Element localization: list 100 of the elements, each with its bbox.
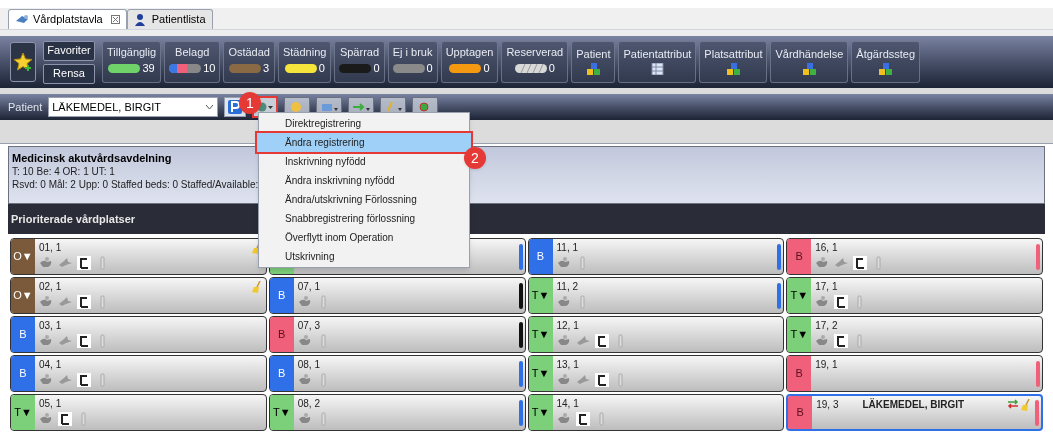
filter-count: 0 <box>426 61 433 77</box>
status-filter[interactable]: Städning 0 <box>277 41 332 83</box>
bed-card[interactable]: O▼ 01, 1 <box>10 238 267 275</box>
blocks-icon <box>879 63 893 75</box>
bed-card[interactable]: B 08, 1 <box>268 355 526 392</box>
bed-label: 14, 1 <box>556 397 579 411</box>
attribute-button[interactable]: Patient <box>571 41 616 83</box>
tab[interactable]: Patientlista <box>126 9 213 29</box>
chevron-down-icon <box>205 104 215 110</box>
status-badge: B <box>528 239 553 274</box>
bed-label: 11, 1 <box>556 241 578 255</box>
bed-card[interactable]: T▼ 17, 1 <box>786 277 1043 314</box>
arrow-right-icon <box>352 101 371 113</box>
status-badge: T▼ <box>528 317 553 352</box>
filter-label: Reserverad <box>506 47 564 59</box>
status-badge: B <box>787 239 812 274</box>
filter-label: Tillgänglig <box>107 47 157 59</box>
filter-label: Spärrad <box>339 47 380 59</box>
bed-label: 12, 1 <box>556 319 579 333</box>
bed-card[interactable]: T▼ 05, 1 <box>10 394 267 431</box>
bed-card[interactable]: T▼ 08, 2 <box>268 394 526 431</box>
status-badge: B <box>11 317 35 352</box>
bed-card[interactable]: B 16, 1 <box>786 238 1043 275</box>
blocks-icon <box>802 63 816 75</box>
status-badge: O▼ <box>11 239 35 274</box>
menu-item[interactable]: Inskrivning nyfödd <box>259 152 461 171</box>
blocks-icon <box>586 63 600 75</box>
patient-name: LÄKEMEDEL, BIRGIT <box>862 397 965 412</box>
bed-label: 19, 1 <box>815 358 838 372</box>
menu-item[interactable]: Snabbregistrering förlossning <box>259 209 461 228</box>
filter-count: 0 <box>373 61 380 77</box>
menu-item[interactable]: Direktregistrering <box>259 114 461 133</box>
status-badge: B <box>269 317 294 352</box>
bed-card[interactable]: T▼ 17, 2 <box>786 316 1043 353</box>
filter-label: Städning <box>282 47 327 59</box>
attribute-button[interactable]: Patientattribut <box>618 41 697 83</box>
status-filter[interactable]: Ej i bruk 0 <box>387 41 438 83</box>
bed-card[interactable]: T▼ 13, 1 <box>527 355 785 392</box>
status-filter[interactable]: Upptagen 0 <box>440 41 499 83</box>
filter-count: 10 <box>203 61 216 77</box>
menu-item[interactable]: Ändra inskrivning nyfödd <box>259 171 461 190</box>
section-title: Prioriterade vårdplatser <box>11 211 136 227</box>
bed-label: 01, 1 <box>39 241 62 255</box>
attribute-button[interactable]: Åtgärdssteg <box>851 41 921 83</box>
department-stats: Rsvd: 0 Mål: 2 Upp: 0 Staffed beds: 0 Staffed/Available: <box>12 178 259 191</box>
status-badge: B <box>787 356 812 391</box>
filter-count: 0 <box>548 61 555 77</box>
bed-label: 05, 1 <box>39 397 62 411</box>
bed-label: 07, 1 <box>297 280 320 294</box>
menu-item[interactable]: Ändra/utskrivning Förlossning <box>259 190 461 209</box>
attribute-button[interactable]: Platsattribut <box>699 41 768 83</box>
board-icon <box>15 13 29 26</box>
bed-label: 02, 1 <box>39 280 62 294</box>
bed-card[interactable]: T▼ 11, 2 <box>527 277 785 314</box>
field-label: Patient <box>8 99 43 115</box>
person-icon <box>133 13 148 26</box>
filter-count: 3 <box>263 61 270 77</box>
department-title: Medicinsk akutvårdsavdelning <box>12 151 172 165</box>
patient-dropdown[interactable]: LÄKEMEDEL, BIRGIT <box>48 97 219 117</box>
bed-card[interactable]: T▼ 12, 1 <box>527 316 785 353</box>
bed-card[interactable]: B 11, 1 <box>527 238 785 275</box>
bed-label: 11, 2 <box>556 280 578 294</box>
favorite-button[interactable]: Favoriter <box>43 40 95 61</box>
status-badge: B <box>269 356 294 391</box>
bed-label: 03, 1 <box>39 319 62 333</box>
filter-label: Ej i bruk <box>392 47 433 59</box>
status-filter[interactable]: Spärrad 0 <box>334 41 385 83</box>
status-badge: T▼ <box>528 278 553 313</box>
parking-sign-icon <box>228 100 243 114</box>
favorite-button[interactable]: Rensa <box>43 63 95 84</box>
filter-label: Ostädad <box>228 47 270 59</box>
star-icon <box>13 52 33 72</box>
status-filter[interactable]: Ostädad 3 <box>223 41 275 83</box>
status-badge: T▼ <box>528 356 553 391</box>
status-badge: B <box>788 396 813 429</box>
bed-card[interactable]: B 19, 1 <box>786 355 1043 392</box>
bed-label: 08, 2 <box>297 397 320 411</box>
favorite-star-button[interactable] <box>10 42 36 82</box>
status-badge: B <box>269 278 294 313</box>
bed-card[interactable]: B 04, 1 <box>10 355 267 392</box>
bed-card[interactable]: B 07, 1 <box>268 277 526 314</box>
bed-label: 17, 1 <box>815 280 838 294</box>
bed-card[interactable]: T▼ 14, 1 <box>527 394 785 431</box>
bed-card[interactable]: B 19, 3 LÄKEMEDEL, BIRGIT <box>786 394 1043 431</box>
status-badge: T▼ <box>528 395 553 430</box>
menu-item[interactable]: Ändra registrering <box>257 133 471 152</box>
status-filter[interactable]: Tillgänglig 39 <box>102 41 162 83</box>
bed-label: 07, 3 <box>297 319 320 333</box>
bed-card[interactable]: O▼ 02, 1 <box>10 277 267 314</box>
tab[interactable]: Vårdplatstavla <box>8 9 127 29</box>
close-icon[interactable] <box>110 15 120 24</box>
bed-card[interactable]: B 03, 1 <box>10 316 267 353</box>
department-stats: T: 10 Be: 4 OR: 1 UT: 1 <box>12 165 115 178</box>
status-filter[interactable]: Reserverad 0 <box>501 41 569 83</box>
bed-card[interactable]: B 07, 3 <box>268 316 526 353</box>
status-filter[interactable]: Belagd 10 <box>164 41 221 83</box>
filter-label: Belagd <box>175 47 210 59</box>
status-badge: O▼ <box>11 278 35 313</box>
status-badge: T▼ <box>269 395 294 430</box>
attribute-button[interactable]: Vårdhändelse <box>770 41 849 83</box>
